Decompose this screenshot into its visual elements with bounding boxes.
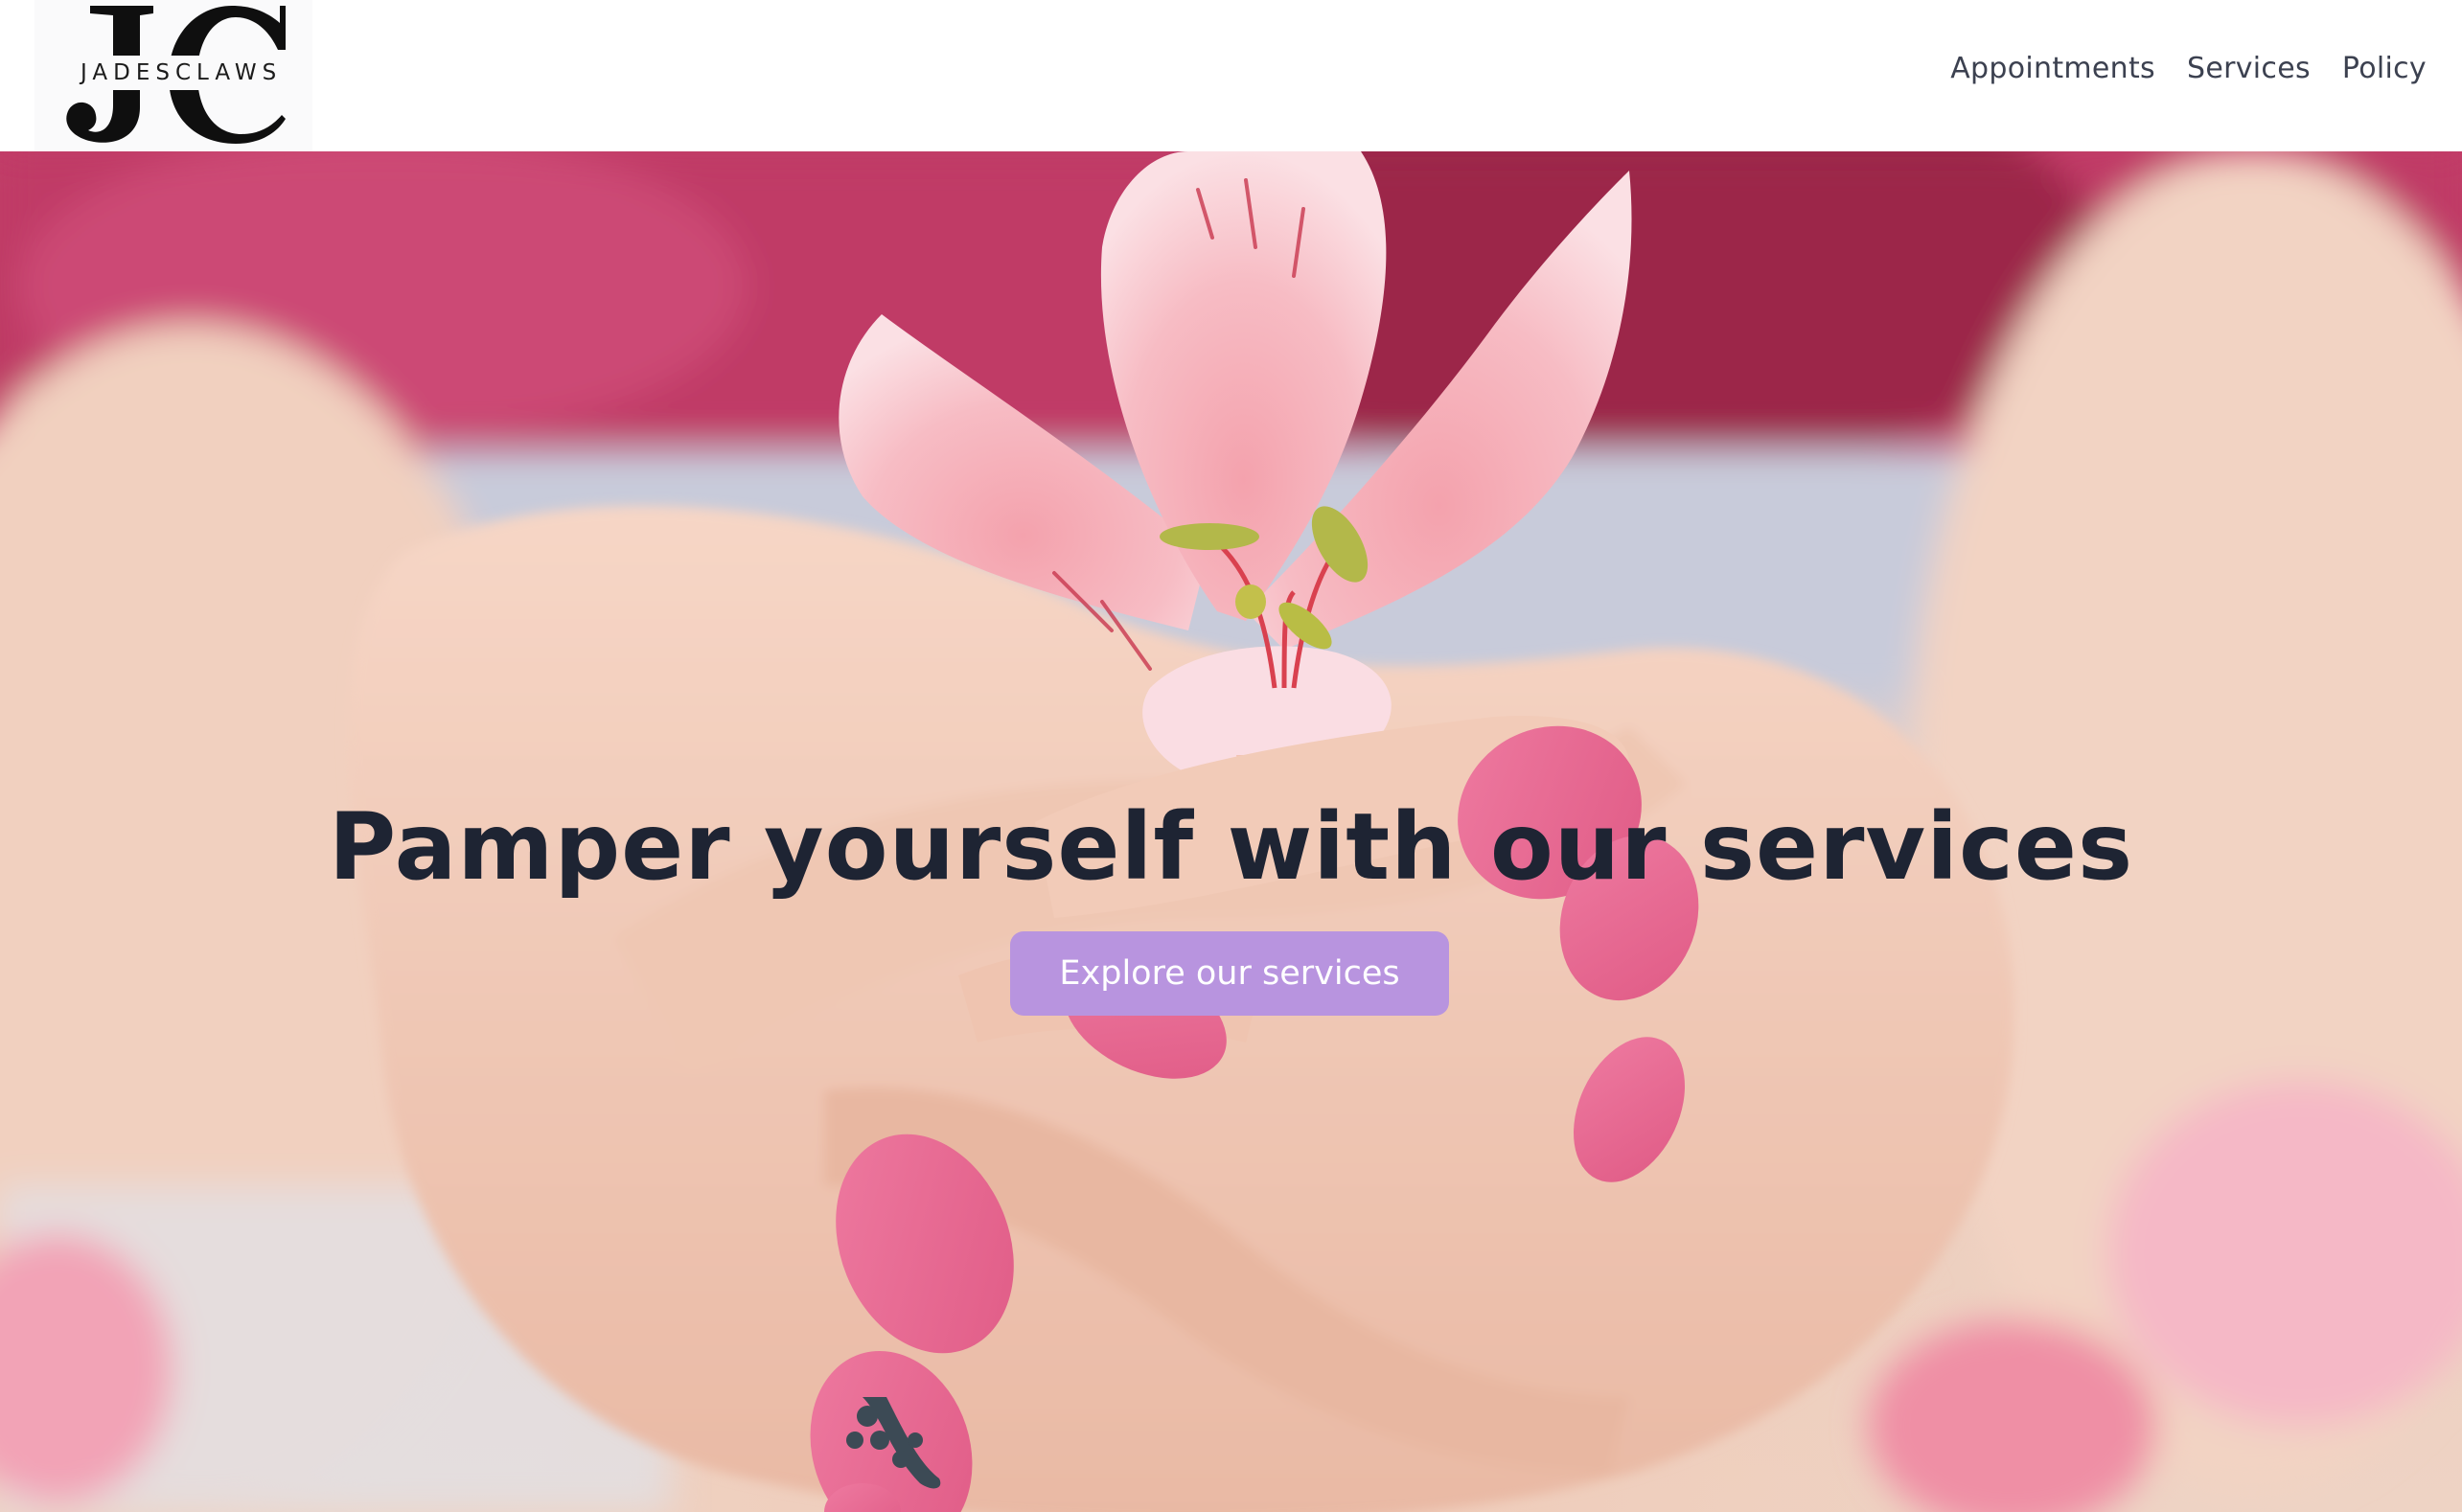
nav-link-services[interactable]: Services: [2187, 52, 2311, 85]
brand-logo[interactable]: JADESCLAWS: [35, 0, 312, 151]
main-navigation: Appointments Services Policy: [1950, 52, 2427, 85]
explore-services-button[interactable]: Explore our services: [1010, 931, 1449, 1016]
hero-section: Pamper yourself with our services Explor…: [0, 151, 2462, 1512]
nav-link-appointments[interactable]: Appointments: [1950, 52, 2155, 85]
logo-wordmark: JADESCLAWS: [69, 56, 294, 90]
nav-link-policy[interactable]: Policy: [2342, 52, 2427, 85]
hero-title: Pamper yourself with our services: [328, 793, 2134, 901]
site-header: JADESCLAWS Appointments Services Policy: [0, 0, 2462, 151]
